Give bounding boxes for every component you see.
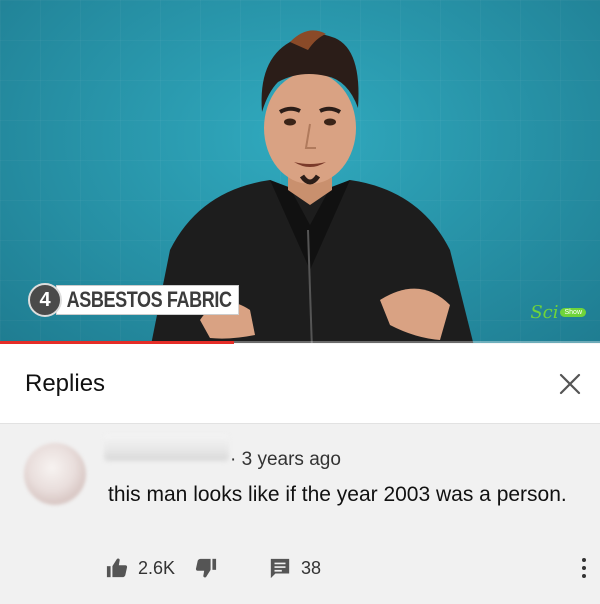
channel-logo: Sci Show: [530, 302, 586, 323]
more-vertical-icon: [582, 558, 586, 562]
comment-icon: [270, 558, 290, 579]
caption-text: ASBESTOS FABRIC: [56, 285, 239, 315]
more-dot: [582, 574, 586, 578]
like-button[interactable]: 2.6K: [106, 557, 175, 579]
comment-age: 3 years ago: [241, 449, 341, 470]
logo-tag: Show: [560, 308, 586, 317]
close-icon: [559, 373, 581, 395]
comment: · 3 years ago this man looks like if the…: [0, 425, 600, 604]
reply-count: 38: [301, 557, 322, 578]
thumbs-down-icon: [195, 558, 217, 578]
close-button[interactable]: [554, 368, 586, 400]
replies-header: Replies: [0, 344, 600, 424]
like-count: 2.6K: [138, 557, 176, 578]
meta-separator: ·: [230, 449, 242, 470]
video-player[interactable]: 4 ASBESTOS FABRIC Sci Show: [0, 0, 600, 343]
author-name-redacted[interactable]: [104, 435, 229, 461]
comment-meta: · 3 years ago: [230, 449, 341, 471]
comment-actions: 2.6K 38: [106, 556, 321, 580]
replies-title: Replies: [25, 370, 106, 397]
more-button[interactable]: [574, 553, 594, 583]
logo-text: Sci: [530, 302, 559, 323]
dislike-button[interactable]: [195, 557, 217, 579]
reply-button[interactable]: 38: [269, 557, 321, 579]
video-caption: 4 ASBESTOS FABRIC: [28, 283, 279, 317]
caption-number: 4: [28, 283, 62, 317]
avatar[interactable]: [24, 443, 86, 505]
thumbs-up-icon: [106, 558, 128, 578]
comment-text: this man looks like if the year 2003 was…: [108, 483, 567, 506]
more-dot: [582, 566, 586, 570]
